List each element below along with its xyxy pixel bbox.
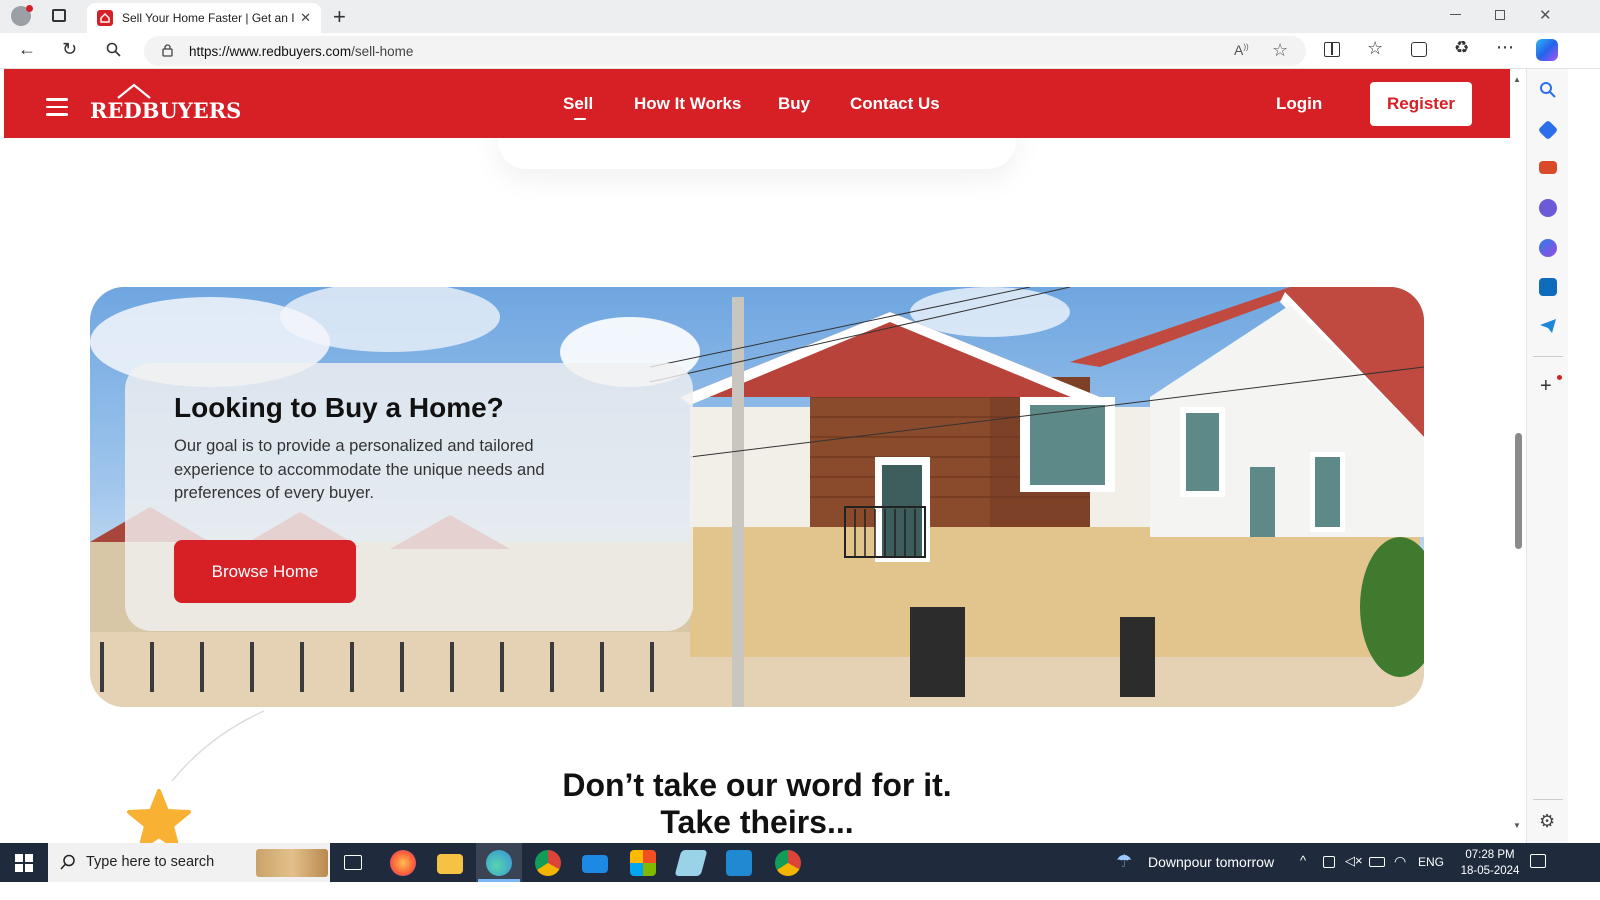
vscode-icon[interactable] xyxy=(726,850,752,876)
new-tab-icon[interactable]: + xyxy=(333,4,346,30)
minimize-icon[interactable] xyxy=(1450,14,1461,15)
favorite-star-icon[interactable]: ☆ xyxy=(1272,40,1288,61)
login-link[interactable]: Login xyxy=(1276,94,1322,114)
profile-avatar-icon[interactable] xyxy=(11,5,33,26)
scroll-up-arrow-icon[interactable]: ▲ xyxy=(1513,75,1521,84)
sidebar-telegram-icon[interactable] xyxy=(1539,317,1557,335)
store-icon[interactable] xyxy=(630,850,656,876)
file-explorer-icon[interactable] xyxy=(437,854,463,874)
taskbar-clock[interactable]: 07:28 PM 18-05-2024 xyxy=(1450,847,1530,879)
testimonial-heading-line-2: Take theirs... xyxy=(660,804,854,840)
testimonial-heading-line-1: Don’t take our word for it. xyxy=(562,767,952,803)
url-host: https://www.redbuyers.com xyxy=(189,44,352,59)
collections-icon[interactable] xyxy=(1411,42,1427,57)
wifi-icon[interactable]: ◠ xyxy=(1394,853,1406,870)
task-view-icon[interactable] xyxy=(344,855,362,870)
sidebar-search-icon[interactable] xyxy=(1539,81,1557,99)
read-aloud-icon[interactable]: A)) xyxy=(1234,42,1249,58)
web-page: REDBUYERS Sell How It Works Buy Contact … xyxy=(4,69,1510,843)
browser-tab-bar: Sell Your Home Faster | Get an In ✕ + ✕ xyxy=(0,0,1600,33)
active-tab[interactable]: Sell Your Home Faster | Get an In ✕ xyxy=(87,3,321,33)
nav-buy[interactable]: Buy xyxy=(778,94,810,114)
lock-icon[interactable] xyxy=(162,44,173,57)
active-nav-underline xyxy=(574,118,586,120)
refresh-icon[interactable]: ↻ xyxy=(62,40,77,58)
battery-icon[interactable] xyxy=(1369,857,1385,867)
notification-icon[interactable] xyxy=(1530,854,1546,868)
notepad-icon[interactable] xyxy=(674,850,708,876)
browser-toolbar: ← ↻ https://www.redbuyers.com/sell-home … xyxy=(0,33,1600,69)
volume-muted-icon[interactable]: ◁× xyxy=(1345,853,1363,869)
nav-contact-us[interactable]: Contact Us xyxy=(850,94,940,114)
url-text: https://www.redbuyers.com/sell-home xyxy=(189,44,413,59)
sidebar-outlook-icon[interactable] xyxy=(1539,278,1557,296)
chrome-profile-icon[interactable] xyxy=(775,850,801,876)
close-window-icon[interactable]: ✕ xyxy=(1539,6,1552,24)
taskbar-date: 18-05-2024 xyxy=(1460,865,1520,877)
redbuyers-favicon-icon xyxy=(97,10,113,26)
logo-text: REDBUYERS xyxy=(90,98,242,123)
meet-now-icon[interactable] xyxy=(1323,856,1335,868)
redbuyers-logo[interactable]: REDBUYERS xyxy=(90,83,241,123)
buy-home-description: Our goal is to provide a personalized an… xyxy=(174,437,545,502)
sidebar-tools-icon[interactable] xyxy=(1539,161,1557,174)
taskbar-time: 07:28 PM xyxy=(1465,849,1515,861)
weather-icon[interactable]: ☂ xyxy=(1116,851,1132,872)
firefox-icon[interactable] xyxy=(390,850,416,876)
back-icon[interactable]: ← xyxy=(18,40,36,58)
tab-actions-icon[interactable] xyxy=(52,9,66,22)
split-screen-icon[interactable] xyxy=(1324,42,1340,57)
sidebar-add-icon[interactable]: + xyxy=(1540,375,1552,398)
tab-title: Sell Your Home Faster | Get an In xyxy=(122,11,294,25)
register-button[interactable]: Register xyxy=(1370,82,1472,126)
taskbar-search-icon xyxy=(60,854,76,875)
sidebar-games-icon[interactable] xyxy=(1539,199,1557,217)
search-highlight-icon xyxy=(256,849,328,877)
site-header: REDBUYERS Sell How It Works Buy Contact … xyxy=(4,69,1510,138)
search-icon[interactable] xyxy=(106,42,121,61)
testimonial-heading: Don’t take our word for it. Take theirs.… xyxy=(4,767,1510,841)
windows-taskbar: Type here to search ☂ Downpour tomorrow … xyxy=(0,843,1600,882)
system-tray-chevron-icon[interactable]: ^ xyxy=(1300,853,1306,868)
scrollbar-thumb[interactable] xyxy=(1515,433,1522,549)
sidebar-shopping-icon[interactable] xyxy=(1537,119,1559,141)
sidebar-settings-icon[interactable]: ⚙ xyxy=(1539,811,1555,832)
sidebar-m365-icon[interactable] xyxy=(1539,239,1557,257)
taskbar-language[interactable]: ENG xyxy=(1418,855,1444,869)
address-bar[interactable]: https://www.redbuyers.com/sell-home A)) … xyxy=(144,36,1306,66)
taskbar-search-box[interactable]: Type here to search xyxy=(48,843,330,882)
restore-icon[interactable] xyxy=(1495,10,1505,20)
taskbar-weather[interactable]: Downpour tomorrow xyxy=(1148,854,1274,870)
copilot-icon[interactable] xyxy=(1536,39,1558,61)
nav-sell[interactable]: Sell xyxy=(563,94,593,114)
buy-home-title: Looking to Buy a Home? xyxy=(174,392,504,423)
taskbar-search-placeholder: Type here to search xyxy=(86,854,215,870)
scroll-down-arrow-icon[interactable]: ▼ xyxy=(1513,821,1521,830)
more-menu-icon[interactable]: ⋯ xyxy=(1496,38,1514,56)
hamburger-menu-icon[interactable] xyxy=(46,98,68,116)
browse-home-button[interactable]: Browse Home xyxy=(174,540,356,603)
nav-how-it-works[interactable]: How It Works xyxy=(634,94,741,114)
mail-icon[interactable] xyxy=(582,855,608,873)
edge-sidebar: + ⚙ xyxy=(1526,69,1568,860)
windows-start-icon[interactable] xyxy=(15,854,33,872)
tab-close-icon[interactable]: ✕ xyxy=(300,10,311,26)
extensions-icon[interactable]: ♻ xyxy=(1454,39,1469,56)
chrome-icon[interactable] xyxy=(535,850,561,876)
favorites-icon[interactable]: ☆ xyxy=(1367,39,1383,57)
url-path: /sell-home xyxy=(351,44,414,59)
